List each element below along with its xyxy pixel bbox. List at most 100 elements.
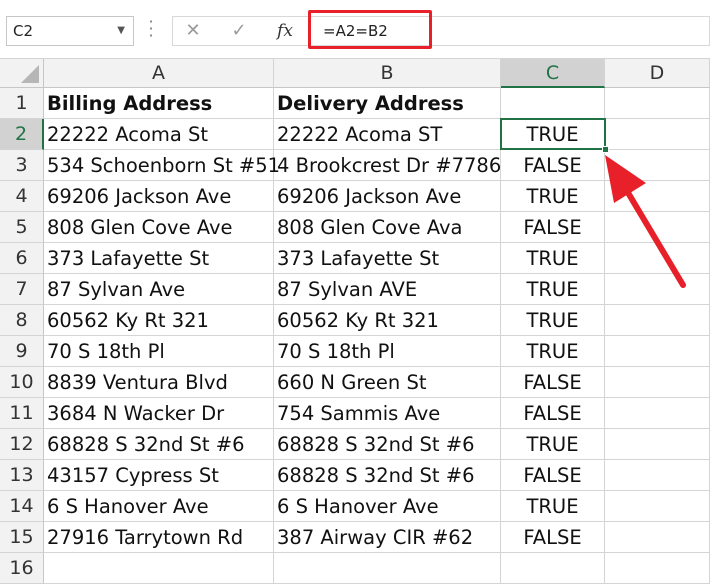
- cell-d4[interactable]: [605, 181, 710, 212]
- cell-c1[interactable]: [501, 88, 605, 119]
- cell-c5[interactable]: FALSE: [501, 212, 605, 243]
- cell-b11[interactable]: 754 Sammis Ave: [274, 398, 501, 429]
- cell-c8[interactable]: TRUE: [501, 305, 605, 336]
- row-header[interactable]: 7: [0, 274, 44, 305]
- row-header[interactable]: 6: [0, 243, 44, 274]
- cell-d14[interactable]: [605, 491, 710, 522]
- select-all-button[interactable]: [0, 59, 44, 88]
- cell-d1[interactable]: [605, 88, 710, 119]
- cell-c13[interactable]: FALSE: [501, 460, 605, 491]
- fill-handle[interactable]: [602, 146, 609, 153]
- cell-b2[interactable]: 22222 Acoma ST: [274, 119, 501, 150]
- cell-a16[interactable]: [44, 553, 274, 584]
- cell-b16[interactable]: [274, 553, 501, 584]
- row-header[interactable]: 1: [0, 88, 44, 119]
- cancel-icon[interactable]: ✕: [179, 17, 207, 45]
- column-header-b[interactable]: B: [274, 59, 501, 88]
- cell-b14[interactable]: 6 S Hanover Ave: [274, 491, 501, 522]
- cell-b1[interactable]: Delivery Address: [274, 88, 501, 119]
- cell-b6[interactable]: 373 Lafayette St: [274, 243, 501, 274]
- cell-b5[interactable]: 808 Glen Cove Ava: [274, 212, 501, 243]
- cell-b12[interactable]: 68828 S 32nd St #6: [274, 429, 501, 460]
- cell-a4[interactable]: 69206 Jackson Ave: [44, 181, 274, 212]
- cell-a10[interactable]: 8839 Ventura Blvd: [44, 367, 274, 398]
- row-header[interactable]: 4: [0, 181, 44, 212]
- formula-buttons: ✕ ✓ fx: [172, 16, 310, 46]
- cell-b15[interactable]: 387 Airway CIR #62: [274, 522, 501, 553]
- cell-b3[interactable]: 4 Brookcrest Dr #7786: [274, 150, 501, 181]
- cell-a3[interactable]: 534 Schoenborn St #51: [44, 150, 280, 181]
- cell-d2[interactable]: [605, 119, 710, 150]
- column-header-c[interactable]: C: [501, 59, 605, 88]
- cell-a2[interactable]: 22222 Acoma St: [44, 119, 274, 150]
- row-header[interactable]: 14: [0, 491, 44, 522]
- cell-c9[interactable]: TRUE: [501, 336, 605, 367]
- cell-a1[interactable]: Billing Address: [44, 88, 274, 119]
- cell-c6[interactable]: TRUE: [501, 243, 605, 274]
- row-header[interactable]: 5: [0, 212, 44, 243]
- cell-b4[interactable]: 69206 Jackson Ave: [274, 181, 501, 212]
- cell-d7[interactable]: [605, 274, 710, 305]
- table-row: 13 43157 Cypress St 68828 S 32nd St #6 FALS…: [0, 460, 710, 491]
- table-row: 7 87 Sylvan Ave 87 Sylvan AVE TRUE: [0, 274, 710, 305]
- cell-c4[interactable]: TRUE: [501, 181, 605, 212]
- cell-d12[interactable]: [605, 429, 710, 460]
- more-options-icon[interactable]: · · ·: [145, 14, 157, 44]
- row-header[interactable]: 12: [0, 429, 44, 460]
- cell-d10[interactable]: [605, 367, 710, 398]
- cell-b7[interactable]: 87 Sylvan AVE: [274, 274, 501, 305]
- row-header[interactable]: 11: [0, 398, 44, 429]
- cell-c7[interactable]: TRUE: [501, 274, 605, 305]
- cell-a5[interactable]: 808 Glen Cove Ave: [44, 212, 274, 243]
- table-row: 12 68828 S 32nd St #6 68828 S 32nd St #6 TR…: [0, 429, 710, 460]
- enter-icon[interactable]: ✓: [225, 17, 253, 45]
- cell-d11[interactable]: [605, 398, 710, 429]
- row-header[interactable]: 3: [0, 150, 44, 181]
- cell-b13[interactable]: 68828 S 32nd St #6: [274, 460, 501, 491]
- cell-c11[interactable]: FALSE: [501, 398, 605, 429]
- cell-a15[interactable]: 27916 Tarrytown Rd: [44, 522, 274, 553]
- cell-c12[interactable]: TRUE: [501, 429, 605, 460]
- row-header[interactable]: 13: [0, 460, 44, 491]
- cell-b10[interactable]: 660 N Green St: [274, 367, 501, 398]
- row-header[interactable]: 10: [0, 367, 44, 398]
- cell-b8[interactable]: 60562 Ky Rt 321: [274, 305, 501, 336]
- cell-c16[interactable]: [501, 553, 605, 584]
- cell-d3[interactable]: [605, 150, 710, 181]
- table-row: 14 6 S Hanover Ave 6 S Hanover Ave TRUE: [0, 491, 710, 522]
- column-header-a[interactable]: A: [44, 59, 274, 88]
- cell-d5[interactable]: [605, 212, 710, 243]
- cell-c14[interactable]: TRUE: [501, 491, 605, 522]
- row-header[interactable]: 9: [0, 336, 44, 367]
- cell-a7[interactable]: 87 Sylvan Ave: [44, 274, 274, 305]
- name-box[interactable]: C2 ▼: [6, 16, 134, 46]
- cell-d8[interactable]: [605, 305, 710, 336]
- cell-c15[interactable]: FALSE: [501, 522, 605, 553]
- cell-d16[interactable]: [605, 553, 710, 584]
- cell-a13[interactable]: 43157 Cypress St: [44, 460, 274, 491]
- cell-c3[interactable]: FALSE: [501, 150, 605, 181]
- cell-d9[interactable]: [605, 336, 710, 367]
- cell-a11[interactable]: 3684 N Wacker Dr: [44, 398, 274, 429]
- table-row: 3 534 Schoenborn St #51 4 Brookcrest Dr #7…: [0, 150, 710, 181]
- cell-d6[interactable]: [605, 243, 710, 274]
- row-header[interactable]: 8: [0, 305, 44, 336]
- row-header[interactable]: 16: [0, 553, 44, 584]
- cell-a9[interactable]: 70 S 18th Pl: [44, 336, 274, 367]
- table-row: 9 70 S 18th Pl 70 S 18th Pl TRUE: [0, 336, 710, 367]
- formula-highlight-box: [308, 10, 432, 49]
- cell-a14[interactable]: 6 S Hanover Ave: [44, 491, 274, 522]
- insert-function-icon[interactable]: fx: [271, 17, 299, 45]
- table-row: 5 808 Glen Cove Ave 808 Glen Cove Ava FALSE: [0, 212, 710, 243]
- cell-a6[interactable]: 373 Lafayette St: [44, 243, 274, 274]
- cell-b9[interactable]: 70 S 18th Pl: [274, 336, 501, 367]
- chevron-down-icon[interactable]: ▼: [117, 17, 125, 45]
- cell-a12[interactable]: 68828 S 32nd St #6: [44, 429, 274, 460]
- cell-c10[interactable]: FALSE: [501, 367, 605, 398]
- cell-d13[interactable]: [605, 460, 710, 491]
- cell-d15[interactable]: [605, 522, 710, 553]
- row-header[interactable]: 15: [0, 522, 44, 553]
- column-header-d[interactable]: D: [605, 59, 710, 88]
- row-header[interactable]: 2: [0, 119, 44, 150]
- cell-a8[interactable]: 60562 Ky Rt 321: [44, 305, 274, 336]
